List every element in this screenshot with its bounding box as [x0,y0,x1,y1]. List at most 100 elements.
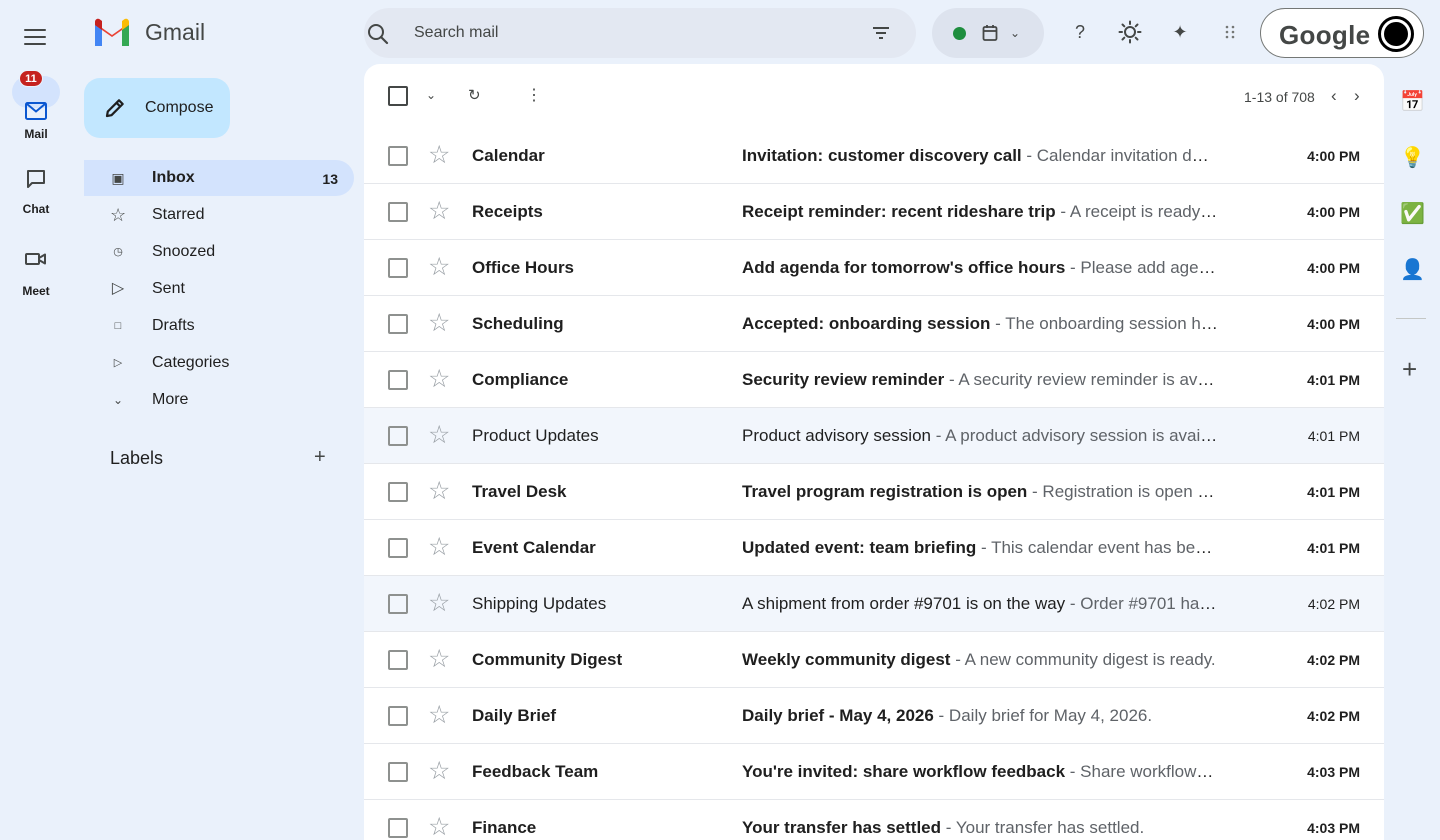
message-row[interactable]: ☆ Receipts Receipt reminder: recent ridesh… [364,184,1384,240]
message-preview: You're invited: share workflow feedback … [742,762,1218,782]
message-preview: Weekly community digest - A new communit… [742,650,1218,670]
rail-item-chat[interactable]: Chat [0,160,72,220]
row-checkbox[interactable] [388,314,408,334]
message-preview: A shipment from order #9701 is on the wa… [742,594,1218,614]
rail-item-meet[interactable]: Meet [0,242,72,302]
account-brand-label: Google [1279,20,1371,50]
row-checkbox[interactable] [388,650,408,670]
nav-item-starred[interactable]: ☆ Starred [84,197,354,233]
status-selector[interactable]: ⌄ [932,8,1044,58]
row-checkbox[interactable] [388,146,408,166]
expand-icon: ▷ [113,357,123,369]
nav-item-drafts[interactable]: □ Drafts [84,308,354,344]
help-icon[interactable]: ? [1068,20,1092,44]
message-time: 4:03 PM [1307,764,1360,780]
mail-unread-badge: 11 [19,70,43,87]
star-icon[interactable]: ☆ [428,196,450,226]
nav-count: 13 [322,171,338,187]
star-icon[interactable]: ☆ [428,364,450,394]
add-addon-button[interactable]: + [1402,356,1417,382]
message-row[interactable]: ☆ Community Digest Weekly community digest… [364,632,1384,688]
select-all-checkbox[interactable] [388,86,408,106]
labels-heading: Labels [110,448,164,468]
video-camera-icon [25,253,46,265]
star-icon[interactable]: ☆ [428,588,450,618]
calendar-icon [982,25,998,41]
message-sender: Scheduling [472,314,564,333]
message-snippet: - Registration is open for the travel pr… [1032,482,1218,501]
message-subject: Daily brief - May 4, 2026 [742,706,934,725]
message-time: 4:02 PM [1307,596,1360,612]
star-icon[interactable]: ☆ [428,140,450,170]
message-row[interactable]: ☆ Scheduling Accepted: onboarding session … [364,296,1384,352]
message-subject: Accepted: onboarding session [742,314,991,333]
nav-item-sent[interactable]: ▷ Sent [84,271,354,307]
star-icon[interactable]: ☆ [428,476,450,506]
search-icon[interactable] [366,22,390,46]
row-checkbox[interactable] [388,482,408,502]
message-row[interactable]: ☆ Finance Your transfer has settled - Your… [364,800,1384,840]
row-checkbox[interactable] [388,258,408,278]
main-menu-button[interactable] [24,29,46,47]
message-row[interactable]: ☆ Travel Desk Travel program registration … [364,464,1384,520]
compose-button[interactable]: Compose [84,78,230,138]
star-icon[interactable]: ☆ [428,700,450,730]
more-options-icon[interactable]: ⋮ [526,85,542,105]
tasks-app-icon[interactable]: ✅ [1400,202,1425,226]
message-time: 4:00 PM [1307,316,1360,332]
message-snippet: - Your transfer has settled. [941,818,1145,837]
contacts-app-icon[interactable]: 👤 [1400,258,1425,282]
star-icon[interactable]: ☆ [428,308,450,338]
refresh-icon[interactable]: ↻ [468,86,481,104]
row-checkbox[interactable] [388,762,408,782]
message-row[interactable]: ☆ Calendar Invitation: customer discovery … [364,128,1384,184]
message-row[interactable]: ☆ Daily Brief Daily brief - May 4, 2026 - … [364,688,1384,744]
select-options-chevron-icon[interactable]: ⌄ [426,88,436,102]
next-page-icon[interactable]: › [1354,86,1360,106]
message-snippet: - Calendar invitation details for the cu… [1026,146,1218,165]
search-bar[interactable]: Search mail [364,8,916,58]
apps-grid-icon[interactable] [1218,20,1242,44]
nav-item-snoozed[interactable]: ◷ Snoozed [84,234,354,270]
theme-toggle-icon[interactable] [1118,20,1142,44]
star-icon[interactable]: ☆ [428,812,450,840]
row-checkbox[interactable] [388,706,408,726]
row-checkbox[interactable] [388,202,408,222]
message-time: 4:01 PM [1307,540,1360,556]
calendar-app-icon[interactable]: 📅 [1400,90,1425,114]
row-checkbox[interactable] [388,370,408,390]
message-sender: Travel Desk [472,482,567,501]
star-icon[interactable]: ☆ [428,532,450,562]
account-button[interactable]: Google [1260,8,1424,58]
nav-item-more[interactable]: ⌄ More [84,382,354,418]
message-snippet: - Share workflow feedback with the team. [1069,762,1218,781]
gmail-logo-icon[interactable] [92,17,132,47]
star-icon[interactable]: ☆ [428,756,450,786]
star-icon[interactable]: ☆ [428,420,450,450]
nav-item-categories[interactable]: ▷ Categories [84,345,354,381]
previous-page-icon[interactable]: ‹ [1331,86,1337,106]
message-row[interactable]: ☆ Product Updates Product advisory session… [364,408,1384,464]
keep-app-icon[interactable]: 💡 [1400,146,1425,170]
add-label-button[interactable]: + [314,446,326,469]
row-checkbox[interactable] [388,818,408,838]
star-icon[interactable]: ☆ [428,644,450,674]
nav-label: Snoozed [152,243,216,260]
message-row[interactable]: ☆ Event Calendar Updated event: team brief… [364,520,1384,576]
sparkle-icon[interactable]: ✦ [1168,20,1192,44]
row-checkbox[interactable] [388,594,408,614]
star-icon[interactable]: ☆ [428,252,450,282]
message-row[interactable]: ☆ Shipping Updates A shipment from order #… [364,576,1384,632]
row-checkbox[interactable] [388,538,408,558]
message-row[interactable]: ☆ Feedback Team You're invited: share work… [364,744,1384,800]
search-input[interactable]: Search mail [414,24,498,42]
message-row[interactable]: ☆ Compliance Security review reminder - A … [364,352,1384,408]
rail-label-mail: Mail [24,127,48,141]
search-options-icon[interactable] [872,26,890,40]
avatar[interactable] [1378,16,1414,52]
nav-label: Categories [152,354,230,371]
nav-item-inbox[interactable]: ▣ Inbox 13 [84,160,354,196]
message-row[interactable]: ☆ Office Hours Add agenda for tomorrow's o… [364,240,1384,296]
row-checkbox[interactable] [388,426,408,446]
message-snippet: - A receipt is ready for your recent rid… [1060,202,1218,221]
